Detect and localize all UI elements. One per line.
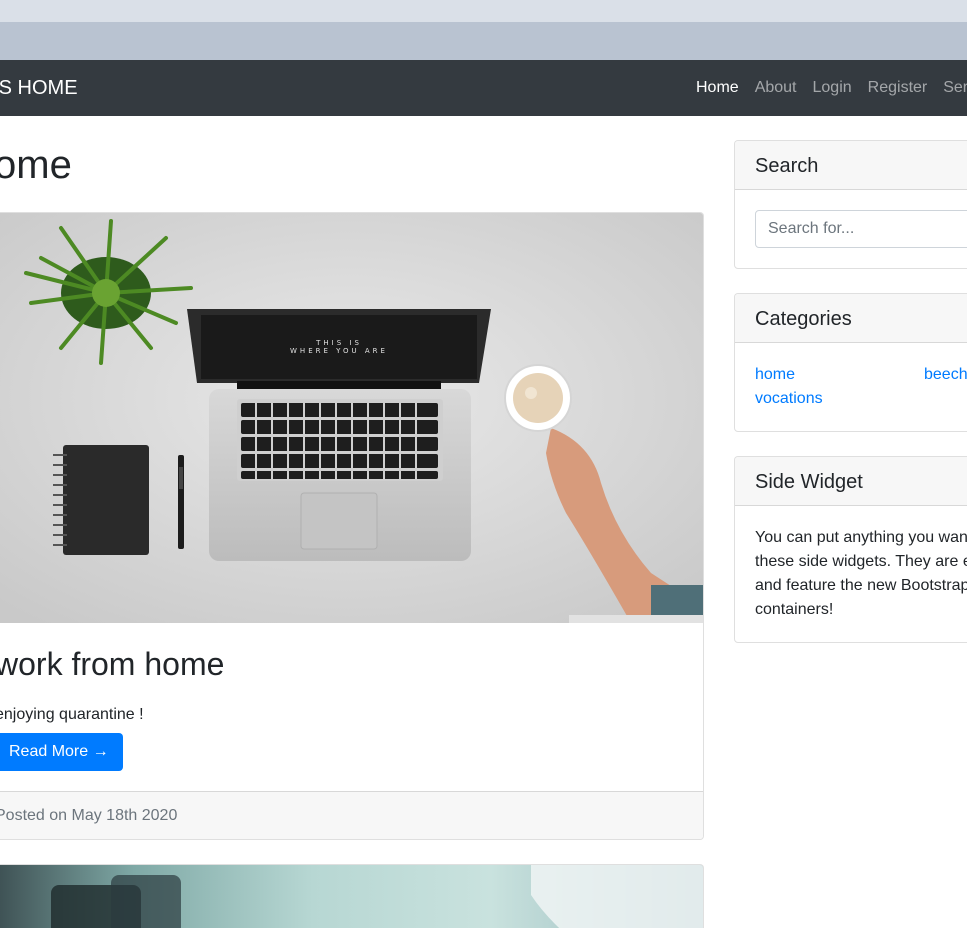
- categories-widget-body: home beech vocations: [735, 343, 967, 407]
- post-footer: Posted on May 18th 2020: [0, 791, 703, 839]
- read-more-button[interactable]: Read More →: [0, 733, 123, 771]
- search-widget: Search: [734, 140, 967, 269]
- categories-widget: Categories home beech vocations: [734, 293, 967, 432]
- nav-link-home[interactable]: Home: [696, 79, 739, 97]
- side-widget-text: You can put anything you want inside of …: [755, 529, 967, 618]
- browser-top-strip: [0, 0, 967, 22]
- navbar-brand[interactable]: MS HOME: [0, 77, 78, 100]
- side-widget: Side Widget You can put anything you wan…: [734, 456, 967, 643]
- nav-links: Home About Login Register Ser: [696, 79, 967, 97]
- search-widget-title: Search: [735, 141, 967, 190]
- blog-post-card: THIS IS WHERE YOU ARE work from home enj…: [0, 212, 704, 840]
- office-illustration: [51, 865, 703, 928]
- nav-link-about[interactable]: About: [755, 79, 797, 97]
- top-band: [0, 22, 967, 60]
- navbar: MS HOME Home About Login Register Ser: [0, 60, 967, 116]
- categories-widget-title: Categories: [735, 294, 967, 343]
- side-widget-body: You can put anything you want inside of …: [735, 506, 967, 618]
- svg-text:THIS IS: THIS IS: [315, 339, 362, 347]
- nav-link-services[interactable]: Ser: [943, 79, 967, 97]
- desk-illustration: THIS IS WHERE YOU ARE: [0, 213, 703, 623]
- post-date: Posted on May 18th 2020: [0, 807, 178, 824]
- category-link-beech[interactable]: beech: [924, 366, 967, 384]
- svg-text:WHERE YOU ARE: WHERE YOU ARE: [290, 347, 388, 355]
- blog-post-card: [0, 864, 704, 928]
- post-body: work from home enjoying quarantine ! Rea…: [0, 623, 703, 791]
- post-excerpt: enjoying quarantine !: [0, 706, 144, 723]
- laptop-icon: THIS IS WHERE YOU ARE: [187, 309, 491, 561]
- search-widget-body: [735, 190, 967, 248]
- category-link-vocations[interactable]: vocations: [755, 390, 823, 408]
- post-title: work from home: [0, 646, 225, 682]
- page-title: ome: [0, 143, 72, 187]
- search-input[interactable]: [755, 210, 967, 248]
- nav-link-register[interactable]: Register: [868, 79, 928, 97]
- category-link-home[interactable]: home: [755, 366, 795, 384]
- pen-icon: [178, 455, 184, 549]
- nav-link-login[interactable]: Login: [813, 79, 852, 97]
- side-widget-title: Side Widget: [735, 457, 967, 506]
- notebook-icon: [53, 445, 149, 555]
- post-image: THIS IS WHERE YOU ARE: [0, 213, 703, 623]
- post-image: [0, 865, 703, 928]
